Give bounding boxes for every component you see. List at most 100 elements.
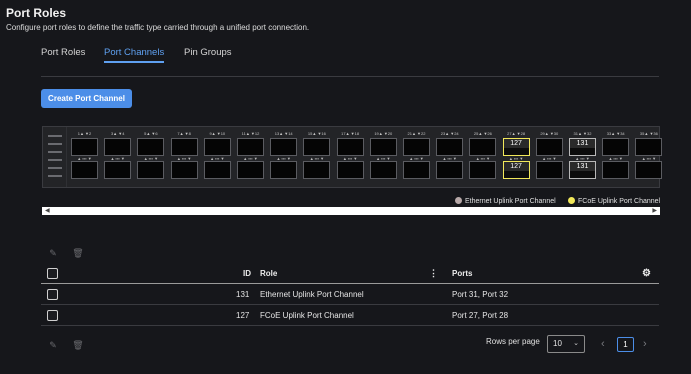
port-channel-number: 127 xyxy=(503,162,529,171)
port-5[interactable] xyxy=(137,138,165,156)
column-role[interactable]: Role xyxy=(260,263,277,284)
create-port-channel-button[interactable]: Create Port Channel xyxy=(41,89,132,108)
port-26[interactable] xyxy=(469,161,497,179)
port-led-strip: ▲ ▪▪▪ ▼ xyxy=(376,156,391,161)
port-17[interactable] xyxy=(336,138,364,156)
column-id[interactable]: ID xyxy=(243,263,251,284)
port-16[interactable] xyxy=(303,161,331,179)
port-6[interactable] xyxy=(137,161,165,179)
port-34[interactable] xyxy=(602,161,630,179)
port-13[interactable] xyxy=(270,138,298,156)
port-3[interactable] xyxy=(104,138,132,156)
row-id: 131 xyxy=(236,290,250,299)
edit-icon[interactable]: ✎ xyxy=(47,247,59,259)
port-led-strip: ▲ ▪▪▪ ▼ xyxy=(608,156,623,161)
port-pair: 7▲ ▼8 ▲ ▪▪▪ ▼ xyxy=(170,131,198,185)
port-led-strip: ▲ ▪▪▪ ▼ xyxy=(542,156,557,161)
next-page-icon[interactable]: › xyxy=(643,337,647,352)
port-15[interactable] xyxy=(303,138,331,156)
tab-port-channels[interactable]: Port Channels xyxy=(104,47,165,63)
port-25[interactable] xyxy=(469,138,497,156)
port-22[interactable] xyxy=(403,161,430,179)
table-header: ID Role ⋮ Ports ⚙ xyxy=(41,263,659,284)
port-pair-label: 13▲ ▼14 xyxy=(274,131,293,136)
port-pair-label: 19▲ ▼20 xyxy=(374,131,393,136)
port-18[interactable] xyxy=(336,161,364,179)
port-8[interactable] xyxy=(170,161,198,179)
port-30[interactable] xyxy=(535,161,563,179)
tab-port-roles[interactable]: Port Roles xyxy=(41,47,85,58)
port-11[interactable] xyxy=(237,138,264,156)
port-20[interactable] xyxy=(369,161,397,179)
row-checkbox[interactable] xyxy=(47,289,58,300)
column-ports[interactable]: Ports xyxy=(452,263,472,284)
table-settings-icon[interactable]: ⚙ xyxy=(642,263,651,284)
port-14[interactable] xyxy=(270,161,298,179)
port-35[interactable] xyxy=(635,138,663,156)
port-32[interactable]: 131 xyxy=(569,161,596,179)
port-27[interactable]: 127 xyxy=(502,138,530,156)
port-12[interactable] xyxy=(237,161,264,179)
port-31[interactable]: 131 xyxy=(569,138,596,156)
port-pair: 1▲ ▼2 ▲ ▪▪▪ ▼ xyxy=(71,131,98,185)
row-role: FCoE Uplink Port Channel xyxy=(260,311,354,320)
table-row[interactable]: 131 Ethernet Uplink Port Channel Port 31… xyxy=(41,284,659,305)
port-10[interactable] xyxy=(203,161,231,179)
port-pair-label: 3▲ ▼4 xyxy=(110,131,125,136)
port-channel-number: 131 xyxy=(570,162,595,171)
port-9[interactable] xyxy=(203,138,231,156)
port-pair: 25▲ ▼26 ▲ ▪▪▪ ▼ xyxy=(469,131,497,185)
row-role: Ethernet Uplink Port Channel xyxy=(260,290,364,299)
delete-icon[interactable]: 🗑 xyxy=(72,339,84,351)
port-1[interactable] xyxy=(71,138,98,156)
port-pair-label: 33▲ ▼34 xyxy=(606,131,625,136)
port-pair: 9▲ ▼10 ▲ ▪▪▪ ▼ xyxy=(203,131,231,185)
port-33[interactable] xyxy=(602,138,630,156)
port-7[interactable] xyxy=(170,138,198,156)
fcoe-dot-icon xyxy=(568,197,575,204)
port-led-strip: ▲ ▪▪▪ ▼ xyxy=(143,156,159,161)
port-pair-label: 11▲ ▼12 xyxy=(241,131,260,136)
port-pair: 19▲ ▼20 ▲ ▪▪▪ ▼ xyxy=(369,131,397,185)
tab-bar: Port Roles Port Channels Pin Groups xyxy=(41,47,659,77)
port-4[interactable] xyxy=(104,161,132,179)
port-led-strip: ▲ ▪▪▪ ▼ xyxy=(508,156,524,161)
page-title: Port Roles xyxy=(6,6,67,20)
legend-fcoe: FCoE Uplink Port Channel xyxy=(568,197,660,205)
row-checkbox[interactable] xyxy=(47,310,58,321)
port-pair: 31▲ ▼32 131 131 ▲ ▪▪▪ ▼ xyxy=(569,131,596,185)
port-28[interactable]: 127 xyxy=(502,161,530,179)
row-ports: Port 31, Port 32 xyxy=(452,290,509,299)
port-24[interactable] xyxy=(436,161,464,179)
port-channel-table: ID Role ⋮ Ports ⚙ 131 Ethernet Uplink Po… xyxy=(41,263,659,326)
scroll-left-icon[interactable]: ◀ xyxy=(45,207,50,215)
current-page[interactable]: 1 xyxy=(617,337,634,352)
port-pair: 17▲ ▼18 ▲ ▪▪▪ ▼ xyxy=(336,131,364,185)
table-row[interactable]: 127 FCoE Uplink Port Channel Port 27, Po… xyxy=(41,305,659,326)
port-pair: 23▲ ▼24 ▲ ▪▪▪ ▼ xyxy=(436,131,464,185)
tab-pin-groups[interactable]: Pin Groups xyxy=(184,47,232,58)
port-pair-label: 17▲ ▼18 xyxy=(341,131,360,136)
rows-per-page-value: 10 xyxy=(553,339,562,348)
port-29[interactable] xyxy=(535,138,563,156)
port-36[interactable] xyxy=(635,161,663,179)
port-23[interactable] xyxy=(436,138,464,156)
delete-icon[interactable]: 🗑 xyxy=(72,247,84,259)
column-resize-icon[interactable]: ⋮ xyxy=(429,263,438,284)
port-21[interactable] xyxy=(403,138,430,156)
port-led-strip: ▲ ▪▪▪ ▼ xyxy=(276,156,291,161)
select-all-checkbox[interactable] xyxy=(47,268,58,279)
row-id: 127 xyxy=(236,311,250,320)
switch-status-panel xyxy=(43,127,67,187)
scroll-right-icon[interactable]: ▶ xyxy=(652,207,657,215)
prev-page-icon[interactable]: ‹ xyxy=(601,337,605,352)
port-led-strip: ▲ ▪▪▪ ▼ xyxy=(575,156,590,161)
port-2[interactable] xyxy=(71,161,98,179)
port-pair-label: 31▲ ▼32 xyxy=(573,131,592,136)
port-pair: 21▲ ▼22 ▲ ▪▪▪ ▼ xyxy=(403,131,430,185)
port-19[interactable] xyxy=(369,138,397,156)
edit-icon[interactable]: ✎ xyxy=(47,339,59,351)
rows-per-page-select[interactable]: 10 ⌄ xyxy=(547,335,585,353)
faceplate-scrollbar[interactable]: ◀ ▶ xyxy=(42,207,660,215)
port-pair-label: 25▲ ▼26 xyxy=(473,131,492,136)
